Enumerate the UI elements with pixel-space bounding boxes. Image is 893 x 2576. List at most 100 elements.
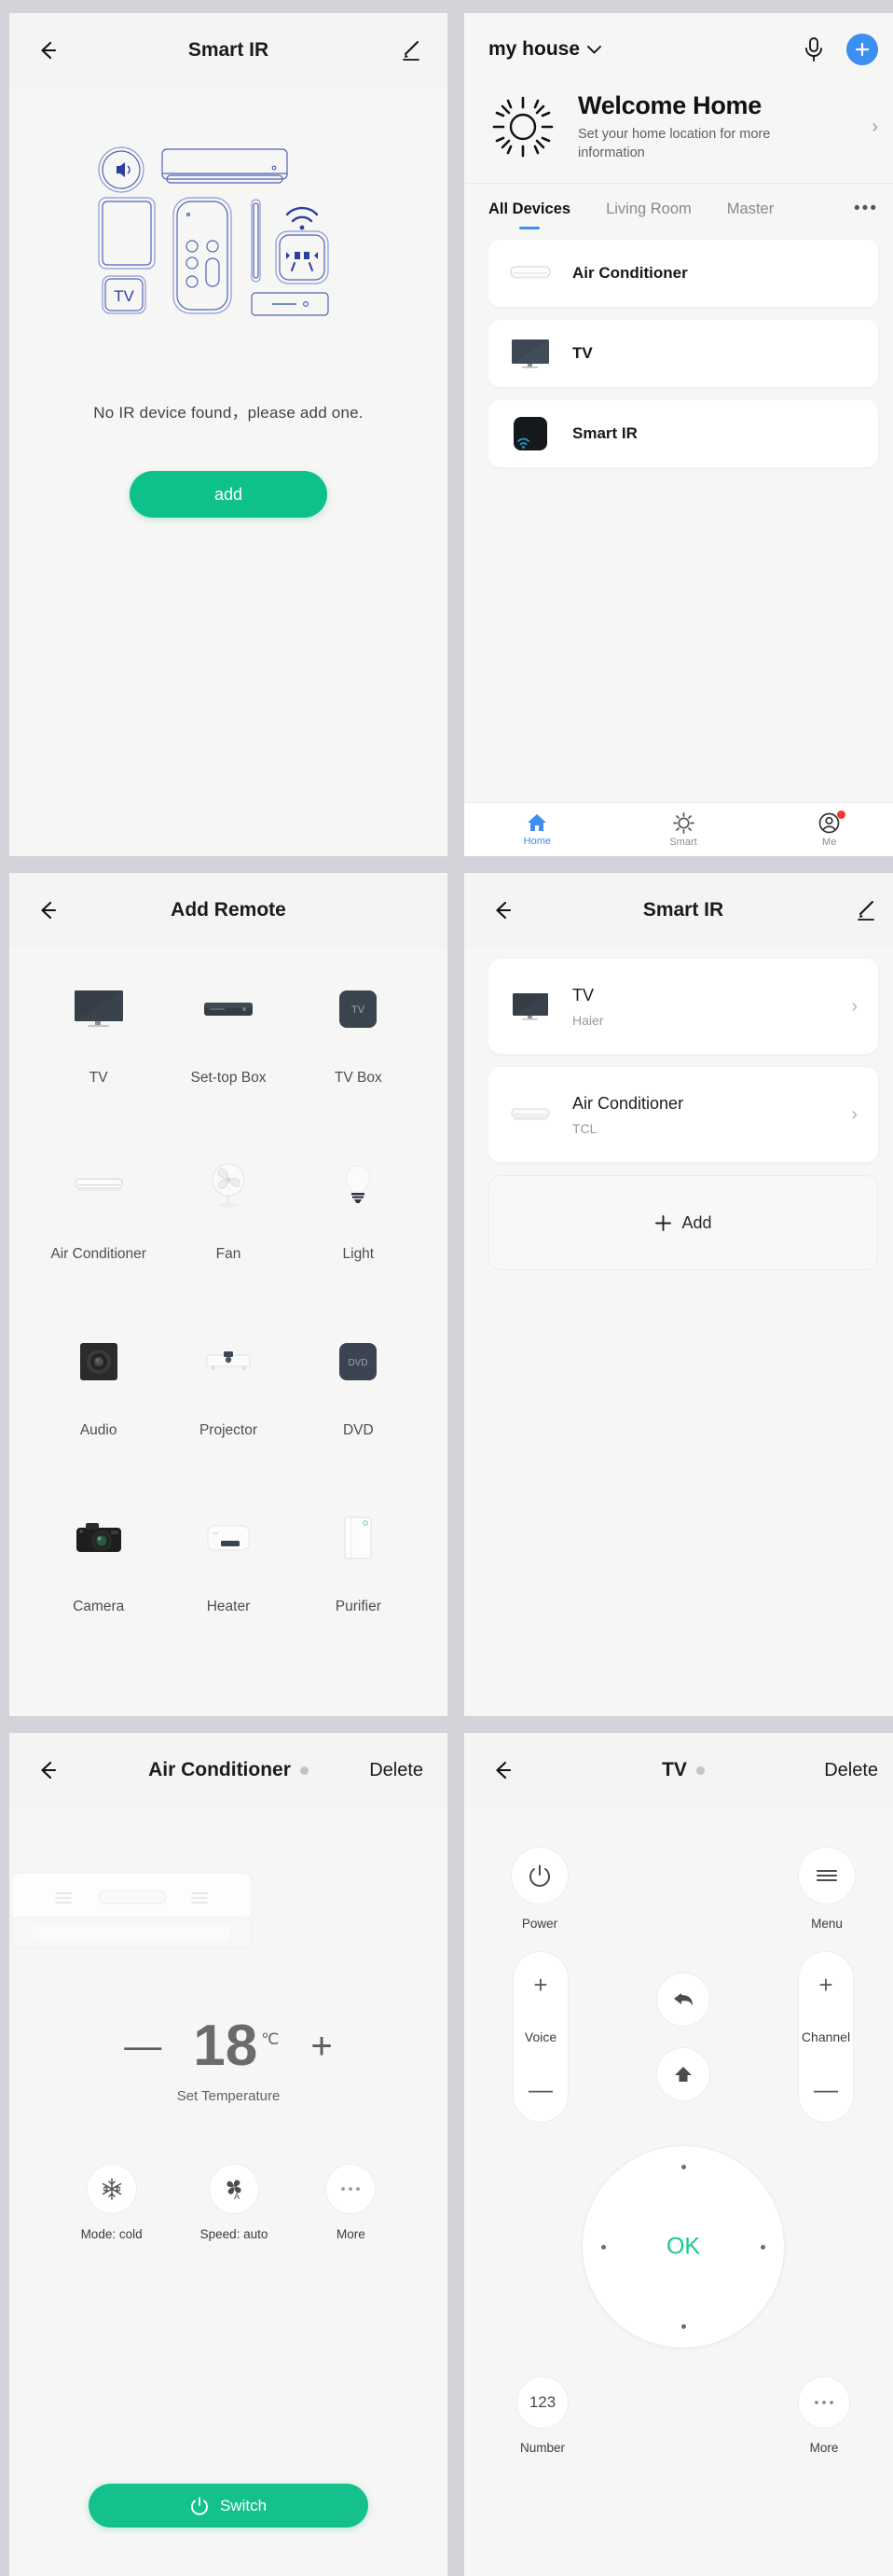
volume-rocker[interactable]: + Voice — bbox=[513, 1951, 569, 2123]
add-remote-label: Add bbox=[681, 1212, 712, 1232]
panel-tv-remote: TV Delete Power Menu + Voice — + Channel… bbox=[464, 1733, 893, 2576]
page-title-text: TV bbox=[662, 1759, 687, 1780]
tab-home[interactable]: Home bbox=[464, 812, 611, 847]
power-icon bbox=[511, 1847, 569, 1904]
remote-row-air-conditioner[interactable]: Air Conditioner TCL › bbox=[488, 1067, 878, 1162]
room-tabs-container: All Devices Living Room Master ••• bbox=[464, 183, 893, 234]
dpad-up-button[interactable] bbox=[680, 2165, 686, 2169]
back-arrow-icon[interactable] bbox=[34, 896, 62, 924]
empty-state-message: No IR device found，please add one. bbox=[93, 404, 364, 422]
remote-type-label: Purifier bbox=[335, 1599, 381, 1614]
offline-status-dot bbox=[299, 1766, 309, 1775]
temperature-increase-button[interactable]: + bbox=[310, 2028, 332, 2065]
remote-type-fan[interactable]: Fan bbox=[163, 1152, 293, 1324]
tabs-more-icon[interactable]: ••• bbox=[854, 199, 878, 219]
volume-up-button[interactable]: + bbox=[533, 1973, 547, 1997]
welcome-banner[interactable]: Welcome Home Set your home location for … bbox=[464, 86, 893, 183]
remote-type-light[interactable]: Light bbox=[294, 1152, 423, 1324]
microphone-icon[interactable] bbox=[802, 35, 826, 63]
fan-speed-button[interactable]: A Speed: auto bbox=[200, 2164, 268, 2241]
menu-button[interactable]: Menu bbox=[798, 1847, 856, 1931]
tv-icon bbox=[509, 338, 552, 369]
remote-type-label: Air Conditioner bbox=[50, 1246, 146, 1262]
number-button[interactable]: 123 Number bbox=[516, 2376, 569, 2455]
delete-button[interactable]: Delete bbox=[369, 1760, 423, 1781]
remote-type-label: Camera bbox=[73, 1599, 125, 1614]
remote-type-heater[interactable]: Heater bbox=[163, 1504, 293, 1677]
app-bar: Smart IR bbox=[464, 873, 893, 948]
home-name-label: my house bbox=[488, 38, 581, 60]
temperature-unit: ℃ bbox=[261, 2030, 280, 2049]
dpad-right-button[interactable] bbox=[761, 2244, 765, 2250]
add-button[interactable]: add bbox=[130, 471, 327, 518]
add-remote-button[interactable]: Add bbox=[488, 1175, 878, 1270]
remote-type-purifier[interactable]: Purifier bbox=[294, 1504, 423, 1677]
fan-speed-label: Speed: auto bbox=[199, 2227, 268, 2241]
temperature-decrease-button[interactable]: — bbox=[124, 2028, 161, 2065]
tab-master[interactable]: Master bbox=[727, 201, 774, 218]
remote-type-label: TV Box bbox=[334, 1070, 382, 1086]
tv-top-row: Power Menu bbox=[464, 1807, 893, 1931]
back-arrow-icon[interactable] bbox=[488, 896, 516, 924]
heater-icon bbox=[207, 1504, 250, 1572]
home-arrow-icon[interactable] bbox=[656, 2047, 710, 2101]
tab-all-devices[interactable]: All Devices bbox=[488, 201, 570, 218]
tv-icon bbox=[509, 990, 552, 1022]
power-button[interactable]: Power bbox=[511, 1847, 569, 1931]
welcome-title: Welcome Home bbox=[578, 91, 762, 119]
page-title: Smart IR bbox=[187, 39, 269, 61]
tab-me[interactable]: Me bbox=[756, 810, 893, 848]
tab-living-room[interactable]: Living Room bbox=[606, 201, 692, 218]
dpad-wheel[interactable]: OK bbox=[582, 2145, 785, 2348]
remote-type-audio[interactable]: Audio bbox=[34, 1328, 163, 1501]
light-bulb-icon bbox=[342, 1152, 374, 1219]
device-card-tv[interactable]: TV bbox=[488, 320, 878, 388]
panel-smart-ir-list: Smart IR TV Haier › Air Conditioner TCL … bbox=[464, 873, 893, 1716]
power-switch-button[interactable]: Switch bbox=[89, 2484, 368, 2528]
channel-down-button[interactable]: — bbox=[814, 2077, 838, 2101]
dpad-left-button[interactable] bbox=[601, 2244, 606, 2250]
remote-meta: Air Conditioner TCL bbox=[572, 1094, 831, 1136]
pencil-icon[interactable] bbox=[399, 38, 423, 62]
device-card-air-conditioner[interactable]: Air Conditioner bbox=[488, 240, 878, 308]
panel-body: TV No IR device found，please add one. ad… bbox=[9, 88, 447, 518]
dpad-ok-button[interactable]: OK bbox=[666, 2234, 700, 2261]
chevron-down-icon bbox=[587, 45, 601, 53]
device-name: Air Conditioner bbox=[572, 264, 688, 283]
more-button[interactable]: More bbox=[325, 2164, 377, 2241]
app-bar: TV Delete bbox=[464, 1733, 893, 1807]
projector-icon bbox=[206, 1328, 251, 1395]
remote-type-tv-box[interactable]: TV TV Box bbox=[294, 976, 423, 1148]
remote-type-air-conditioner[interactable]: Air Conditioner bbox=[34, 1152, 163, 1324]
remote-type-projector[interactable]: Projector bbox=[163, 1328, 293, 1501]
remote-type-label: TV bbox=[89, 1070, 108, 1086]
pencil-icon[interactable] bbox=[854, 898, 878, 922]
mode-button[interactable]: Mode: cold bbox=[81, 2164, 143, 2241]
channel-up-button[interactable]: + bbox=[818, 1973, 832, 1997]
air-conditioner-icon bbox=[509, 1099, 552, 1130]
add-device-button[interactable] bbox=[846, 34, 878, 65]
tab-smart[interactable]: Smart bbox=[611, 811, 757, 848]
home-selector[interactable]: my house bbox=[488, 38, 601, 61]
remote-list: TV Haier › Air Conditioner TCL › Add bbox=[464, 948, 893, 1270]
home-top-bar: my house bbox=[464, 13, 893, 86]
volume-down-button[interactable]: — bbox=[529, 2077, 553, 2101]
svg-text:DVD: DVD bbox=[349, 1358, 368, 1368]
app-bar: Add Remote bbox=[9, 873, 447, 948]
remote-type-tv[interactable]: TV bbox=[34, 976, 163, 1148]
back-arrow-icon[interactable] bbox=[34, 1756, 62, 1784]
more-button[interactable]: More bbox=[798, 2376, 850, 2455]
remote-type-dvd[interactable]: DVD DVD bbox=[294, 1328, 423, 1501]
dpad-down-button[interactable] bbox=[680, 2324, 686, 2329]
remote-type-set-top-box[interactable]: Set-top Box bbox=[163, 976, 293, 1148]
panel-home: my house Welcome Home Set your home loca… bbox=[464, 13, 893, 856]
air-conditioner-icon bbox=[75, 1152, 123, 1219]
remote-type-camera[interactable]: Camera bbox=[34, 1504, 163, 1677]
back-arrow-icon[interactable] bbox=[34, 36, 62, 64]
return-arrow-icon[interactable] bbox=[656, 1973, 710, 2027]
channel-rocker[interactable]: + Channel — bbox=[798, 1951, 854, 2123]
remote-row-tv[interactable]: TV Haier › bbox=[488, 959, 878, 1054]
back-arrow-icon[interactable] bbox=[488, 1756, 516, 1784]
device-card-smart-ir[interactable]: Smart IR bbox=[488, 400, 878, 468]
delete-button[interactable]: Delete bbox=[824, 1760, 878, 1781]
